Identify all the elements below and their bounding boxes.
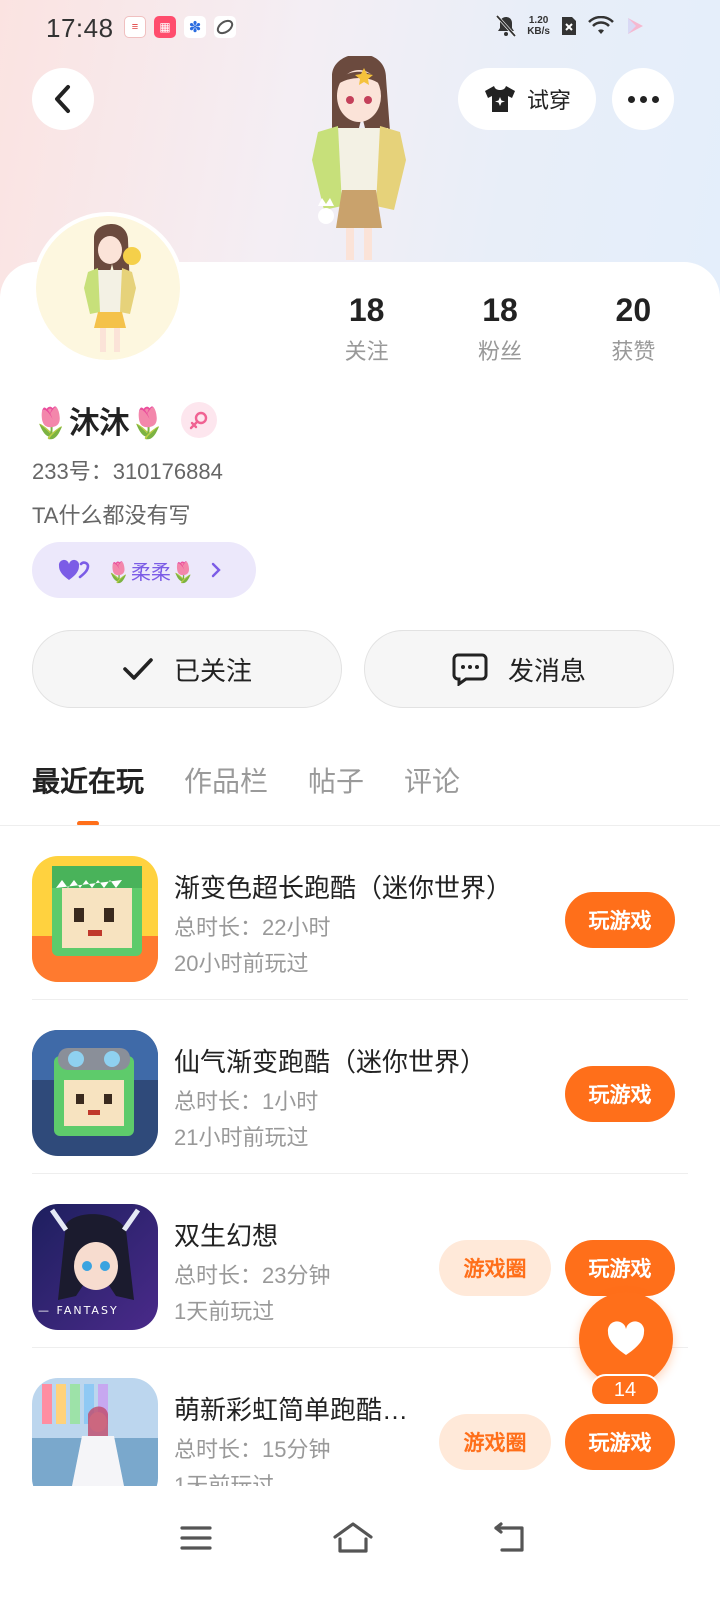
status-bar: 17:48 ≡ ▦ ✽ 1.20 KB/s <box>0 0 720 56</box>
stat-followers[interactable]: 18 粉丝 <box>433 290 566 366</box>
stat-following-label: 关注 <box>344 339 389 364</box>
game-duration: 总时长：15分钟 <box>174 1437 331 1462</box>
game-last-played: 1天前玩过 <box>174 1299 275 1324</box>
stat-likes-label: 获赞 <box>611 339 656 364</box>
game-list-item[interactable]: 渐变色超长跑酷（迷你世界） 总时长：22小时 20小时前玩过 玩游戏 <box>0 826 720 1000</box>
chevron-right-icon <box>211 562 221 578</box>
game-last-played: 20小时前玩过 <box>174 951 309 976</box>
home-nav-button[interactable] <box>323 1508 383 1568</box>
network-speed-value: 1.20 <box>528 15 549 26</box>
game-icon <box>32 1030 158 1156</box>
game-list-item[interactable]: 仙气渐变跑酷（迷你世界） 总时长：1小时 21小时前玩过 玩游戏 <box>0 1000 720 1174</box>
network-speed-unit: KB/s <box>527 26 550 37</box>
send-message-button[interactable]: 发消息 <box>364 630 674 708</box>
game-icon <box>32 856 158 982</box>
system-navigation-bar <box>0 1486 720 1600</box>
game-circle-button[interactable]: 游戏圈 <box>439 1240 551 1296</box>
relation-label: 🌷柔柔🌷 <box>106 561 196 584</box>
stat-following-count: 18 <box>348 292 385 328</box>
relation-badge[interactable]: 🌷柔柔🌷 <box>32 542 256 598</box>
bio: TA什么都没有写 <box>32 503 191 528</box>
tab-recently-played-label: 最近在玩 <box>32 766 145 797</box>
notification-app-icon: ▦ <box>154 16 176 38</box>
chevron-left-icon <box>55 85 70 113</box>
user-id: 233号：310176884 <box>32 459 223 484</box>
like-count-badge: 14 <box>590 1374 660 1406</box>
system-icons: 1.20 KB/s <box>495 14 646 38</box>
tab-recently-played[interactable]: 最近在玩 <box>32 760 144 826</box>
play-game-button[interactable]: 玩游戏 <box>565 892 675 948</box>
tab-comments[interactable]: 评论 <box>404 760 460 826</box>
home-icon <box>333 1522 373 1553</box>
checkmark-icon <box>123 658 153 680</box>
stat-followers-count: 18 <box>482 292 518 328</box>
wifi-icon <box>588 16 614 34</box>
video-app-icon <box>628 18 643 34</box>
game-title: 双生幻想 <box>174 1221 279 1251</box>
notification-app-icon <box>214 16 236 38</box>
game-duration: 总时长：23分钟 <box>174 1263 331 1288</box>
avatar-3d-character <box>312 56 406 260</box>
profile-stats: 18 关注 18 粉丝 20 获赞 <box>300 290 700 366</box>
more-dot-icon <box>627 95 635 103</box>
send-message-label: 发消息 <box>507 655 586 686</box>
back-nav-button[interactable] <box>480 1508 540 1568</box>
notification-app-icon: ≡ <box>124 16 146 38</box>
tab-comments-label: 评论 <box>404 766 461 797</box>
name-row: 🌷沐沐🌷 <box>32 398 217 442</box>
play-game-button[interactable]: 玩游戏 <box>565 1066 675 1122</box>
mute-bell-icon <box>496 14 517 38</box>
tab-works[interactable]: 作品栏 <box>184 760 268 826</box>
double-heart-icon <box>58 559 90 580</box>
try-on-label: 试穿 <box>526 88 571 113</box>
stat-likes-count: 20 <box>615 292 652 328</box>
tab-works-label: 作品栏 <box>184 766 269 797</box>
game-icon-caption: — FANTASY <box>38 1304 119 1317</box>
heart-icon <box>607 1321 645 1355</box>
avatar-character-icon <box>36 216 180 360</box>
avatar-image <box>36 216 180 360</box>
tab-posts[interactable]: 帖子 <box>308 760 364 826</box>
game-icon: — FANTASY <box>32 1204 158 1330</box>
tshirt-icon <box>484 86 515 112</box>
game-duration: 总时长：1小时 <box>174 1089 319 1114</box>
game-title: 渐变色超长跑酷（迷你世界） <box>174 873 513 903</box>
tab-posts-label: 帖子 <box>308 766 365 797</box>
game-title: 仙气渐变跑酷（迷你世界） <box>174 1047 487 1077</box>
baidu-paw-icon: ✽ <box>184 16 206 38</box>
more-options-button[interactable] <box>612 68 674 130</box>
stat-following[interactable]: 18 关注 <box>300 290 433 366</box>
play-game-button[interactable]: 玩游戏 <box>565 1240 675 1296</box>
stat-likes[interactable]: 20 获赞 <box>567 290 700 366</box>
followed-button[interactable]: 已关注 <box>32 630 342 708</box>
game-icon <box>32 1378 158 1486</box>
network-speed: 1.20 KB/s <box>527 15 550 37</box>
chat-bubble-icon <box>452 653 488 686</box>
no-sim-icon <box>562 17 576 35</box>
status-time: 17:48 <box>46 13 114 43</box>
followed-label: 已关注 <box>173 655 252 686</box>
game-circle-button[interactable]: 游戏圈 <box>439 1414 551 1470</box>
like-button[interactable] <box>579 1292 673 1386</box>
back-button[interactable] <box>32 68 94 130</box>
game-title: 萌新彩虹简单跑酷… <box>174 1395 409 1425</box>
menu-icon <box>180 1526 212 1550</box>
back-arrow-icon <box>494 1522 524 1552</box>
stat-followers-label: 粉丝 <box>477 339 522 364</box>
more-dot-icon <box>651 95 659 103</box>
content-tabs: 最近在玩 作品栏 帖子 评论 <box>32 760 460 826</box>
try-on-button[interactable]: 试穿 <box>458 68 596 130</box>
username: 🌷沐沐🌷 <box>32 407 167 440</box>
menu-nav-button[interactable] <box>166 1508 226 1568</box>
more-dot-icon <box>639 95 647 103</box>
notification-icons: ≡ ▦ ✽ <box>124 16 236 38</box>
game-last-played: 1天前玩过 <box>174 1473 275 1486</box>
game-duration: 总时长：22小时 <box>174 915 331 940</box>
avatar[interactable] <box>32 212 184 364</box>
game-last-played: 21小时前玩过 <box>174 1125 309 1150</box>
play-game-button[interactable]: 玩游戏 <box>565 1414 675 1470</box>
female-gender-icon <box>180 402 217 438</box>
